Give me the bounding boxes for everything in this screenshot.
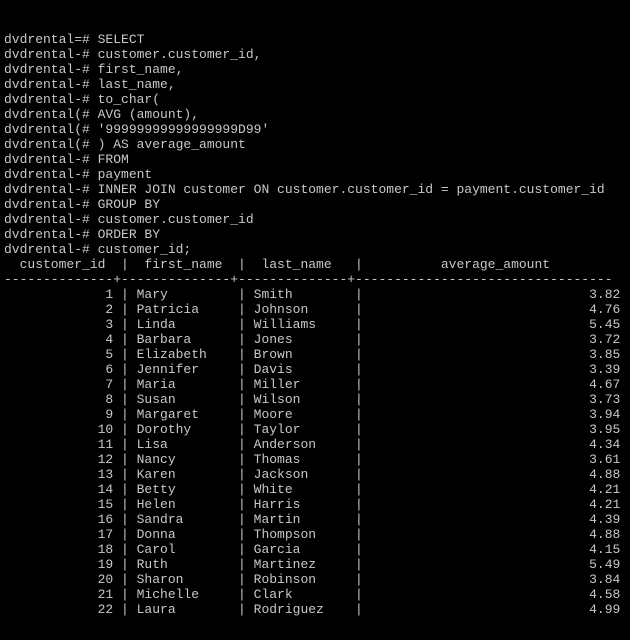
table-row: 3 | Linda | Williams | 5.45	[4, 317, 626, 332]
table-row: 9 | Margaret | Moore | 3.94	[4, 407, 626, 422]
sql-line: dvdrental-# last_name,	[4, 77, 626, 92]
table-row: 1 | Mary | Smith | 3.82	[4, 287, 626, 302]
table-row: 8 | Susan | Wilson | 3.73	[4, 392, 626, 407]
table-row: 15 | Helen | Harris | 4.21	[4, 497, 626, 512]
table-row: 22 | Laura | Rodriguez | 4.99	[4, 602, 626, 617]
sql-line: dvdrental-# first_name,	[4, 62, 626, 77]
sql-line: dvdrental-# ORDER BY	[4, 227, 626, 242]
table-row: 10 | Dorothy | Taylor | 3.95	[4, 422, 626, 437]
sql-line: dvdrental-# FROM	[4, 152, 626, 167]
sql-line: dvdrental-# customer_id;	[4, 242, 626, 257]
table-row: 19 | Ruth | Martinez | 5.49	[4, 557, 626, 572]
table-header: customer_id | first_name | last_name | a…	[4, 257, 626, 272]
sql-line: dvdrental(# AVG (amount),	[4, 107, 626, 122]
sql-line: dvdrental-# GROUP BY	[4, 197, 626, 212]
table-body: 1 | Mary | Smith | 3.82 2 | Patricia | J…	[4, 287, 626, 617]
sql-line: dvdrental-# payment	[4, 167, 626, 182]
sql-line: dvdrental(# '99999999999999999D99'	[4, 122, 626, 137]
sql-line: dvdrental-# customer.customer_id,	[4, 47, 626, 62]
table-row: 5 | Elizabeth | Brown | 3.85	[4, 347, 626, 362]
sql-line: dvdrental-# INNER JOIN customer ON custo…	[4, 182, 626, 197]
table-row: 21 | Michelle | Clark | 4.58	[4, 587, 626, 602]
table-row: 20 | Sharon | Robinson | 3.84	[4, 572, 626, 587]
table-row: 16 | Sandra | Martin | 4.39	[4, 512, 626, 527]
table-row: 6 | Jennifer | Davis | 3.39	[4, 362, 626, 377]
table-row: 2 | Patricia | Johnson | 4.76	[4, 302, 626, 317]
table-row: 18 | Carol | Garcia | 4.15	[4, 542, 626, 557]
sql-line: dvdrental-# to_char(	[4, 92, 626, 107]
sql-line: dvdrental-# customer.customer_id	[4, 212, 626, 227]
sql-line: dvdrental=# SELECT	[4, 32, 626, 47]
terminal-output[interactable]: dvdrental=# SELECTdvdrental-# customer.c…	[0, 30, 630, 619]
table-row: 14 | Betty | White | 4.21	[4, 482, 626, 497]
table-row: 17 | Donna | Thompson | 4.88	[4, 527, 626, 542]
sql-query: dvdrental=# SELECTdvdrental-# customer.c…	[4, 32, 626, 257]
table-row: 13 | Karen | Jackson | 4.88	[4, 467, 626, 482]
table-row: 7 | Maria | Miller | 4.67	[4, 377, 626, 392]
table-row: 11 | Lisa | Anderson | 4.34	[4, 437, 626, 452]
sql-line: dvdrental(# ) AS average_amount	[4, 137, 626, 152]
table-row: 12 | Nancy | Thomas | 3.61	[4, 452, 626, 467]
table-separator: --------------+--------------+----------…	[4, 272, 626, 287]
table-row: 4 | Barbara | Jones | 3.72	[4, 332, 626, 347]
